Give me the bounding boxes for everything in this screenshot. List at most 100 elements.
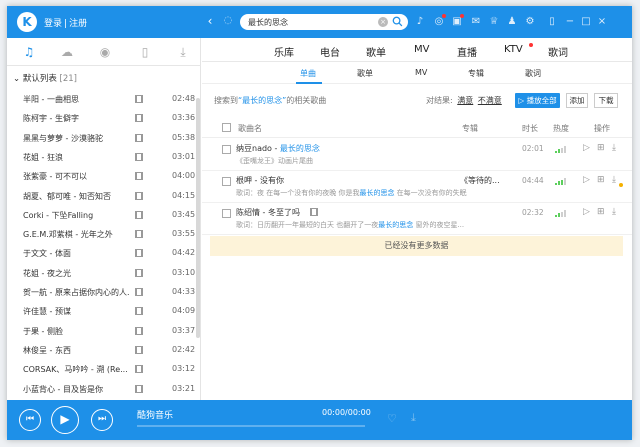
- nav-ktv[interactable]: KTV: [504, 44, 523, 55]
- mv-icon[interactable]: [135, 172, 143, 181]
- mv-icon[interactable]: [135, 384, 143, 393]
- progress-bar[interactable]: [137, 425, 365, 427]
- heart-icon[interactable]: ♡: [387, 412, 397, 425]
- tab-songs[interactable]: 单曲: [300, 68, 316, 79]
- refresh-icon[interactable]: ◌: [221, 14, 235, 28]
- sidebar-song-row[interactable]: CORSAK、马吟吟 - 溯 (Re... 03:12: [7, 360, 195, 379]
- search-input[interactable]: [248, 14, 376, 30]
- download-icon[interactable]: ⤓: [612, 207, 616, 217]
- row-checkbox[interactable]: [222, 177, 231, 186]
- play-icon[interactable]: ▷: [583, 175, 590, 185]
- nav-lyrics[interactable]: 歌词: [548, 44, 568, 59]
- sidebar-song-row[interactable]: Corki - 下坠Falling 03:45: [7, 206, 195, 225]
- tab-lyrics[interactable]: 歌词: [525, 68, 541, 79]
- mv-icon[interactable]: [135, 133, 143, 142]
- minimize-icon[interactable]: −: [563, 15, 577, 29]
- sidebar-song-row[interactable]: 林俊呈 - 东西 02:42: [7, 341, 195, 360]
- radio-icon[interactable]: ◉: [97, 44, 113, 60]
- song-album[interactable]: 《等待的...: [460, 175, 500, 186]
- play-icon[interactable]: ▷: [583, 207, 590, 217]
- mv-icon[interactable]: [135, 307, 143, 316]
- sidebar-song-row[interactable]: 黑黑与萝萝 - 沙漠骆驼 05:38: [7, 129, 195, 148]
- maximize-icon[interactable]: □: [579, 15, 593, 29]
- player-download-icon[interactable]: ⤓: [411, 411, 416, 425]
- result-row[interactable]: 陈绍情 - 冬至了吗 歌词：日历翻开一年最短的白天 也翻开了一夜最长的思念 窗外的…: [202, 203, 632, 235]
- nav-live[interactable]: 直播: [457, 44, 477, 59]
- back-arrow-icon[interactable]: ‹: [203, 14, 217, 28]
- play-button[interactable]: ▶: [51, 406, 79, 434]
- mini-mode-icon[interactable]: ▯: [545, 15, 559, 29]
- sidebar-song-row[interactable]: 张紫豪 - 可不可以 04:00: [7, 167, 195, 186]
- nav-library[interactable]: 乐库: [274, 44, 294, 59]
- sidebar-song-row[interactable]: 于文文 - 体面 04:42: [7, 244, 195, 263]
- unsatisfied-link[interactable]: 不满意: [478, 96, 502, 105]
- previous-button[interactable]: ⏮: [19, 409, 41, 431]
- register-link[interactable]: 注册: [69, 16, 87, 29]
- play-icon[interactable]: ▷: [583, 143, 590, 153]
- mv-icon[interactable]: [135, 345, 143, 354]
- row-checkbox[interactable]: [222, 145, 231, 154]
- playlist-header[interactable]: ⌄ 默认列表 [21]: [13, 72, 77, 84]
- mv-icon[interactable]: [135, 268, 143, 277]
- mv-icon[interactable]: [135, 114, 143, 123]
- mv-icon[interactable]: [310, 208, 318, 216]
- skin-icon[interactable]: ♕: [487, 15, 501, 29]
- download-button[interactable]: 下载: [594, 93, 618, 108]
- mv-icon[interactable]: [135, 95, 143, 103]
- sidebar-song-row[interactable]: 胡夏、郁可唯 - 知否知否 04:15: [7, 187, 195, 206]
- tab-playlists[interactable]: 歌单: [357, 68, 373, 79]
- download-icon[interactable]: ⤓: [612, 143, 616, 153]
- playlist-count: [21]: [59, 74, 77, 84]
- mv-icon[interactable]: [135, 230, 143, 239]
- search-icon[interactable]: [392, 16, 403, 27]
- add-button[interactable]: 添加: [566, 93, 588, 108]
- mic-icon[interactable]: ♪: [413, 15, 427, 29]
- player-bar: ⏮ ▶ ⏭ 酷狗音乐 00:00/00:00 ♡ ⤓: [7, 400, 632, 440]
- play-all-button[interactable]: ▷ 播放全部: [515, 93, 560, 108]
- tab-albums[interactable]: 专辑: [468, 68, 484, 79]
- device-icon[interactable]: ▯: [137, 44, 153, 60]
- clear-search-icon[interactable]: ×: [378, 17, 388, 27]
- sidebar-song-row[interactable]: G.E.M.邓紫棋 - 光年之外 03:55: [7, 225, 195, 244]
- sidebar-song-row[interactable]: 贺一航 - 原来占据你内心的人... 04:33: [7, 283, 195, 302]
- sidebar-scrollbar[interactable]: [196, 98, 200, 338]
- mv-icon[interactable]: [135, 210, 143, 219]
- cloud-icon[interactable]: ☁: [59, 44, 75, 60]
- row-checkbox[interactable]: [222, 209, 231, 218]
- mv-icon[interactable]: [135, 191, 143, 200]
- song-subtitle: 歌词：夜 在每一个没有你的夜晚 你是我最长的思念 在每一次没有你的失眠: [236, 188, 516, 198]
- select-all-checkbox[interactable]: [222, 123, 231, 132]
- nav-radio[interactable]: 电台: [320, 44, 340, 59]
- mv-icon[interactable]: [135, 249, 143, 258]
- sidebar-song-row[interactable]: 小蓝背心 - 目及皆是你 03:21: [7, 380, 195, 399]
- mv-icon[interactable]: [135, 152, 143, 161]
- settings-icon[interactable]: ⚙: [523, 15, 537, 29]
- satisfied-link[interactable]: 满意: [457, 96, 473, 105]
- sidebar-song-row[interactable]: 花姐 - 夜之光 03:10: [7, 264, 195, 283]
- mv-icon[interactable]: [135, 326, 143, 335]
- mv-icon[interactable]: [135, 365, 143, 374]
- download-icon[interactable]: ⤓: [175, 44, 191, 60]
- nav-playlists[interactable]: 歌单: [366, 44, 386, 59]
- sidebar-song-row[interactable]: 半阳 - 一曲相思 02:48: [7, 90, 195, 109]
- next-button[interactable]: ⏭: [91, 409, 113, 431]
- sidebar-song-row[interactable]: 花姐 - 狂浪 03:01: [7, 148, 195, 167]
- tab-mv[interactable]: MV: [415, 68, 427, 77]
- shirt-icon[interactable]: ♟: [505, 15, 519, 29]
- result-row[interactable]: 根呷 - 没有你 歌词：夜 在每一个没有你的夜晚 你是我最长的思念 在每一次没有你…: [202, 171, 632, 203]
- result-row[interactable]: 纳豆nado - 最长的思念 《歪嘴龙王》动画片尾曲 02:01 ▷ ⊞ ⤓: [202, 139, 632, 171]
- sidebar-song-row[interactable]: 许佳慧 - 预谋 04:09: [7, 302, 195, 321]
- login-link[interactable]: 登录: [44, 16, 62, 29]
- close-icon[interactable]: ×: [595, 15, 609, 29]
- sidebar-song-row[interactable]: 于果 - 侧脸 03:37: [7, 322, 195, 341]
- nav-mv[interactable]: MV: [414, 44, 429, 55]
- result-summary: 搜索到“最长的思念”的相关歌曲: [214, 95, 326, 106]
- music-note-icon[interactable]: ♫: [21, 44, 37, 60]
- download-icon[interactable]: ⤓: [612, 175, 616, 185]
- add-icon[interactable]: ⊞: [597, 175, 605, 185]
- add-icon[interactable]: ⊞: [597, 143, 605, 153]
- mv-icon[interactable]: [135, 288, 143, 296]
- add-icon[interactable]: ⊞: [597, 207, 605, 217]
- message-icon[interactable]: ✉: [469, 15, 483, 29]
- sidebar-song-row[interactable]: 陈柯宇 - 生僻字 03:36: [7, 109, 195, 128]
